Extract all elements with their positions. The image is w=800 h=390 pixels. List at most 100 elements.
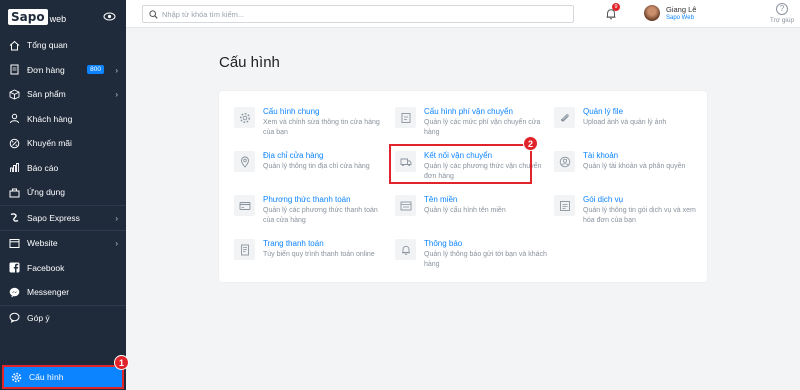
sidebar-item-website[interactable]: Website › bbox=[0, 231, 126, 256]
sidebar-item-customers[interactable]: Khách hàng bbox=[0, 107, 126, 132]
setting-payment-methods[interactable]: Phương thức thanh toán Quản lý các phươn… bbox=[234, 195, 389, 235]
sidebar-item-label: Góp ý bbox=[27, 312, 50, 323]
setting-service-plan[interactable]: Gói dịch vụ Quản lý thông tin gói dịch v… bbox=[554, 195, 709, 235]
feedback-icon bbox=[9, 312, 20, 324]
setting-description: Xem và chỉnh sửa thông tin cửa hàng của … bbox=[263, 119, 380, 136]
sidebar-item-label: Đơn hàng bbox=[27, 64, 65, 75]
sidebar-item-orders[interactable]: Đơn hàng 800 › bbox=[0, 58, 126, 83]
gear-icon bbox=[11, 372, 22, 383]
sidebar-item-feedback[interactable]: Góp ý bbox=[0, 306, 126, 331]
checkout-icon bbox=[234, 239, 255, 260]
setting-general[interactable]: Cấu hình chung Xem và chỉnh sửa thông ti… bbox=[234, 107, 389, 147]
account-icon bbox=[554, 151, 575, 172]
sidebar-item-facebook[interactable]: Facebook bbox=[0, 256, 126, 281]
chevron-right-icon: › bbox=[115, 65, 118, 75]
highlight-frame bbox=[389, 144, 532, 184]
promotion-icon bbox=[9, 138, 20, 149]
sidebar-item-label: Website bbox=[27, 238, 58, 249]
setting-title[interactable]: Tên miền bbox=[424, 195, 457, 204]
domain-icon bbox=[395, 195, 416, 216]
facebook-icon bbox=[9, 262, 20, 274]
logo[interactable]: Sapo web bbox=[0, 0, 126, 33]
setting-description: Quản lý thông tin địa chỉ cửa hàng bbox=[263, 163, 370, 170]
orders-count-badge: 800 bbox=[87, 64, 104, 74]
sidebar-item-label: Ứng dụng bbox=[27, 187, 65, 198]
sidebar-item-settings[interactable]: Cấu hình bbox=[2, 365, 124, 389]
sidebar-item-reports[interactable]: Báo cáo bbox=[0, 156, 126, 181]
sidebar: Sapo web Tổng quan Đơn hàng 800 › Sản ph… bbox=[0, 0, 126, 390]
setting-title[interactable]: Phương thức thanh toán bbox=[263, 195, 351, 204]
sidebar-item-promotions[interactable]: Khuyến mãi bbox=[0, 131, 126, 156]
setting-notifications[interactable]: Thông báo Quản lý thông báo gửi tới bạn … bbox=[395, 239, 550, 279]
step-badge: 2 bbox=[523, 136, 538, 151]
setting-file-manager[interactable]: Quản lý file Upload ảnh và quản lý ảnh bbox=[554, 107, 709, 147]
page-title: Cấu hình bbox=[219, 54, 280, 71]
top-bar: 9 Giang Lê Sapo Web ? Trợ giúp bbox=[126, 0, 800, 28]
messenger-icon bbox=[9, 287, 20, 298]
setting-title[interactable]: Địa chỉ cửa hàng bbox=[263, 151, 324, 160]
setting-accounts[interactable]: Tài khoản Quản lý tài khoản và phân quyề… bbox=[554, 151, 709, 191]
website-icon bbox=[9, 238, 20, 249]
search-box bbox=[142, 5, 574, 23]
gear-icon bbox=[234, 107, 255, 128]
sidebar-item-sapo-express[interactable]: Sapo Express › bbox=[0, 206, 126, 231]
search-icon bbox=[149, 9, 158, 19]
home-icon bbox=[9, 40, 20, 51]
setting-description: Quản lý thông tin gói dịch vụ và xem hóa… bbox=[583, 207, 696, 224]
setting-title[interactable]: Cấu hình phí vận chuyển bbox=[424, 107, 513, 116]
setting-description: Tùy biến quy trình thanh toán online bbox=[263, 251, 375, 258]
service-plan-icon bbox=[554, 195, 575, 216]
sidebar-item-overview[interactable]: Tổng quan bbox=[0, 33, 126, 58]
setting-store-address[interactable]: Địa chỉ cửa hàng Quản lý thông tin địa c… bbox=[234, 151, 389, 191]
eye-icon[interactable] bbox=[103, 10, 116, 23]
search-input[interactable] bbox=[162, 9, 562, 19]
setting-title[interactable]: Thông báo bbox=[424, 239, 462, 248]
notification-count-badge: 9 bbox=[612, 3, 620, 11]
avatar[interactable] bbox=[644, 5, 660, 21]
bell-icon bbox=[395, 239, 416, 260]
sidebar-item-apps[interactable]: Ứng dụng bbox=[0, 180, 126, 205]
setting-description: Quản lý tài khoản và phân quyền bbox=[583, 163, 686, 170]
chevron-right-icon: › bbox=[115, 239, 118, 248]
product-icon bbox=[9, 89, 20, 100]
setting-title[interactable]: Tài khoản bbox=[583, 151, 618, 160]
customer-icon bbox=[9, 113, 20, 124]
apps-icon bbox=[9, 187, 20, 198]
express-icon bbox=[9, 212, 20, 223]
sidebar-item-label: Cấu hình bbox=[29, 372, 64, 382]
setting-description: Quản lý cấu hình tên miền bbox=[424, 207, 506, 214]
setting-description: Quản lý thông báo gửi tới bạn và khách h… bbox=[424, 251, 547, 268]
setting-description: Quản lý các phương thức thanh toán của c… bbox=[263, 207, 378, 224]
order-icon bbox=[9, 64, 20, 75]
setting-title[interactable]: Quản lý file bbox=[583, 107, 623, 116]
setting-checkout-page[interactable]: Trang thanh toán Tùy biến quy trình than… bbox=[234, 239, 389, 279]
payment-icon bbox=[234, 195, 255, 216]
setting-title[interactable]: Cấu hình chung bbox=[263, 107, 320, 116]
chevron-right-icon: › bbox=[115, 90, 118, 99]
sidebar-item-label: Messenger bbox=[27, 287, 70, 298]
help-button[interactable]: ? Trợ giúp bbox=[767, 3, 797, 24]
user-name[interactable]: Giang Lê bbox=[666, 5, 696, 14]
setting-description: Upload ảnh và quản lý ảnh bbox=[583, 119, 667, 126]
logo-sub: web bbox=[49, 13, 67, 24]
setting-domain[interactable]: Tên miền Quản lý cấu hình tên miền bbox=[395, 195, 550, 235]
step-badge: 1 bbox=[114, 355, 129, 370]
logo-main: Sapo bbox=[8, 8, 48, 25]
store-name: Sapo Web bbox=[666, 15, 694, 21]
help-label: Trợ giúp bbox=[769, 17, 795, 24]
location-icon bbox=[234, 151, 255, 172]
settings-card: Cấu hình chung Xem và chỉnh sửa thông ti… bbox=[219, 91, 707, 282]
report-icon bbox=[9, 162, 20, 173]
sidebar-item-label: Facebook bbox=[27, 262, 65, 273]
chevron-right-icon: › bbox=[115, 213, 118, 223]
sidebar-item-label: Tổng quan bbox=[27, 40, 68, 51]
setting-title[interactable]: Trang thanh toán bbox=[263, 239, 324, 248]
sidebar-item-products[interactable]: Sản phẩm › bbox=[0, 82, 126, 107]
sidebar-item-label: Báo cáo bbox=[27, 162, 59, 173]
sidebar-item-label: Khách hàng bbox=[27, 113, 73, 124]
sidebar-item-label: Sản phẩm bbox=[27, 89, 66, 100]
sidebar-item-label: Khuyến mãi bbox=[27, 138, 72, 149]
sidebar-item-messenger[interactable]: Messenger bbox=[0, 280, 126, 305]
paperclip-icon bbox=[554, 107, 575, 128]
setting-title[interactable]: Gói dịch vụ bbox=[583, 195, 623, 204]
